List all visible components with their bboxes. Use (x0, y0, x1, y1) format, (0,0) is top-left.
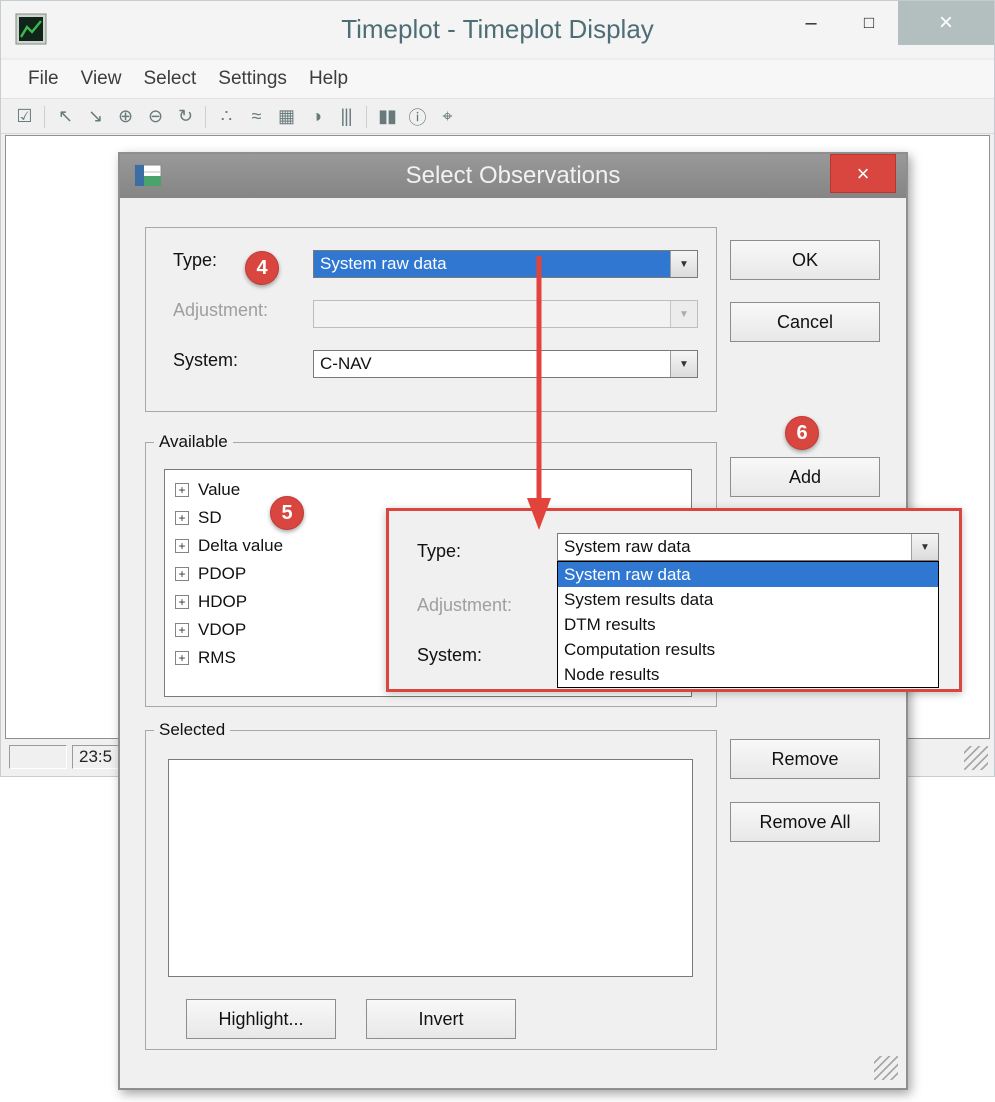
pie-view-icon[interactable]: ◑ (301, 106, 331, 127)
pick-area-icon[interactable]: ↘ (80, 106, 110, 127)
dialog-titlebar[interactable]: Select Observations × (120, 154, 906, 198)
maximize-button[interactable]: □ (840, 1, 898, 45)
dialog-resize-grip[interactable] (874, 1056, 898, 1080)
tree-item-label: RMS (198, 648, 236, 668)
chevron-down-icon: ▼ (670, 301, 697, 327)
callout-step-4: 4 (245, 251, 279, 285)
adjustment-label: Adjustment: (173, 300, 268, 321)
overlay-type-label: Type: (417, 541, 461, 562)
dropdown-option-node-results[interactable]: Node results (558, 662, 938, 687)
dropdown-option-system-raw-data[interactable]: System raw data (558, 562, 938, 587)
close-button[interactable]: × (898, 1, 994, 45)
zoom-in-icon[interactable]: ⊕ (110, 106, 140, 127)
menu-help[interactable]: Help (298, 68, 359, 90)
type-dropdown-list: System raw data System results data DTM … (557, 561, 939, 688)
expand-plus-icon[interactable]: + (175, 651, 189, 665)
chevron-down-icon[interactable]: ▼ (670, 351, 697, 377)
overlay-type-combobox-value[interactable]: System raw data (558, 534, 911, 560)
tree-item-label: Value (198, 480, 240, 500)
tree-item-value[interactable]: + Value (165, 476, 691, 504)
tree-item-label: PDOP (198, 564, 246, 584)
menu-file[interactable]: File (17, 68, 70, 90)
minimize-button[interactable]: – (782, 1, 840, 45)
cancel-button[interactable]: Cancel (730, 302, 880, 342)
expand-plus-icon[interactable]: + (175, 567, 189, 581)
expand-plus-icon[interactable]: + (175, 483, 189, 497)
adjustment-combobox-value (314, 301, 670, 327)
toolbar-separator (44, 106, 45, 128)
grid-view-icon[interactable]: ▦ (271, 106, 301, 127)
dropdown-option-computation-results[interactable]: Computation results (558, 637, 938, 662)
chevron-down-icon[interactable]: ▼ (670, 251, 697, 277)
dropdown-option-dtm-results[interactable]: DTM results (558, 612, 938, 637)
overlay-type-combobox[interactable]: System raw data ▼ (557, 533, 939, 561)
tree-item-label: SD (198, 508, 222, 528)
system-label: System: (173, 350, 238, 371)
expand-plus-icon[interactable]: + (175, 595, 189, 609)
type-label: Type: (173, 250, 217, 271)
type-form-group: Type: System raw data ▼ Adjustment: ▼ Sy… (145, 227, 717, 412)
dropdown-option-system-results-data[interactable]: System results data (558, 587, 938, 612)
tree-item-label: HDOP (198, 592, 247, 612)
scatter-plot-icon[interactable]: ∴ (211, 106, 241, 127)
selected-list[interactable] (168, 759, 693, 977)
system-combobox[interactable]: C-NAV ▼ (313, 350, 698, 378)
highlight-button[interactable]: Highlight... (186, 999, 336, 1039)
invert-button[interactable]: Invert (366, 999, 516, 1039)
menu-bar: File View Select Settings Help (1, 59, 994, 99)
type-dropdown-callout-panel: Type: System raw data ▼ Adjustment: Syst… (386, 508, 962, 692)
window-resize-grip[interactable] (964, 746, 988, 770)
dialog-close-button[interactable]: × (830, 154, 896, 193)
expand-plus-icon[interactable]: + (175, 511, 189, 525)
system-combobox-value[interactable]: C-NAV (314, 351, 670, 377)
pick-trace-icon[interactable]: ↖ (50, 106, 80, 127)
adjustment-combobox: ▼ (313, 300, 698, 328)
type-combobox[interactable]: System raw data ▼ (313, 250, 698, 278)
remove-all-button[interactable]: Remove All (730, 802, 880, 842)
line-plot-icon[interactable]: ≈ (241, 106, 271, 127)
ok-button[interactable]: OK (730, 240, 880, 280)
report-check-icon[interactable]: ☑ (9, 106, 39, 127)
ruler-icon[interactable]: ||| (331, 106, 361, 127)
window-titlebar[interactable]: Timeplot - Timeplot Display – □ × (1, 1, 994, 57)
toolbar-separator (366, 106, 367, 128)
menu-select[interactable]: Select (132, 68, 207, 90)
pause-icon[interactable]: ▮▮ (372, 106, 402, 127)
menu-view[interactable]: View (70, 68, 133, 90)
tree-item-label: Delta value (198, 536, 283, 556)
cursor-target-icon[interactable]: ⌖ (432, 106, 462, 127)
overlay-system-label: System: (417, 645, 482, 666)
callout-step-5: 5 (270, 496, 304, 530)
chevron-down-icon[interactable]: ▼ (911, 534, 938, 560)
refresh-icon[interactable]: ↻ (170, 106, 200, 127)
expand-plus-icon[interactable]: + (175, 623, 189, 637)
add-button[interactable]: Add (730, 457, 880, 497)
toolbar-separator (205, 106, 206, 128)
screen: Timeplot - Timeplot Display – □ × File V… (0, 0, 995, 1102)
expand-plus-icon[interactable]: + (175, 539, 189, 553)
selected-group-label: Selected (154, 720, 230, 740)
menu-settings[interactable]: Settings (207, 68, 298, 90)
type-combobox-value[interactable]: System raw data (314, 251, 670, 277)
zoom-out-icon[interactable]: ⊖ (140, 106, 170, 127)
toolbar: ☑ ↖ ↘ ⊕ ⊖ ↻ ∴ ≈ ▦ ◑ ||| ▮▮ ⓘ ⌖ (1, 100, 994, 134)
status-cell (9, 745, 67, 769)
selected-group: Selected Highlight... Invert (145, 730, 717, 1050)
remove-button[interactable]: Remove (730, 739, 880, 779)
available-group-label: Available (154, 432, 233, 452)
dialog-title: Select Observations (120, 154, 906, 198)
overlay-adjustment-label: Adjustment: (417, 595, 512, 616)
callout-step-6: 6 (785, 416, 819, 450)
info-icon[interactable]: ⓘ (402, 104, 432, 130)
tree-item-label: VDOP (198, 620, 246, 640)
